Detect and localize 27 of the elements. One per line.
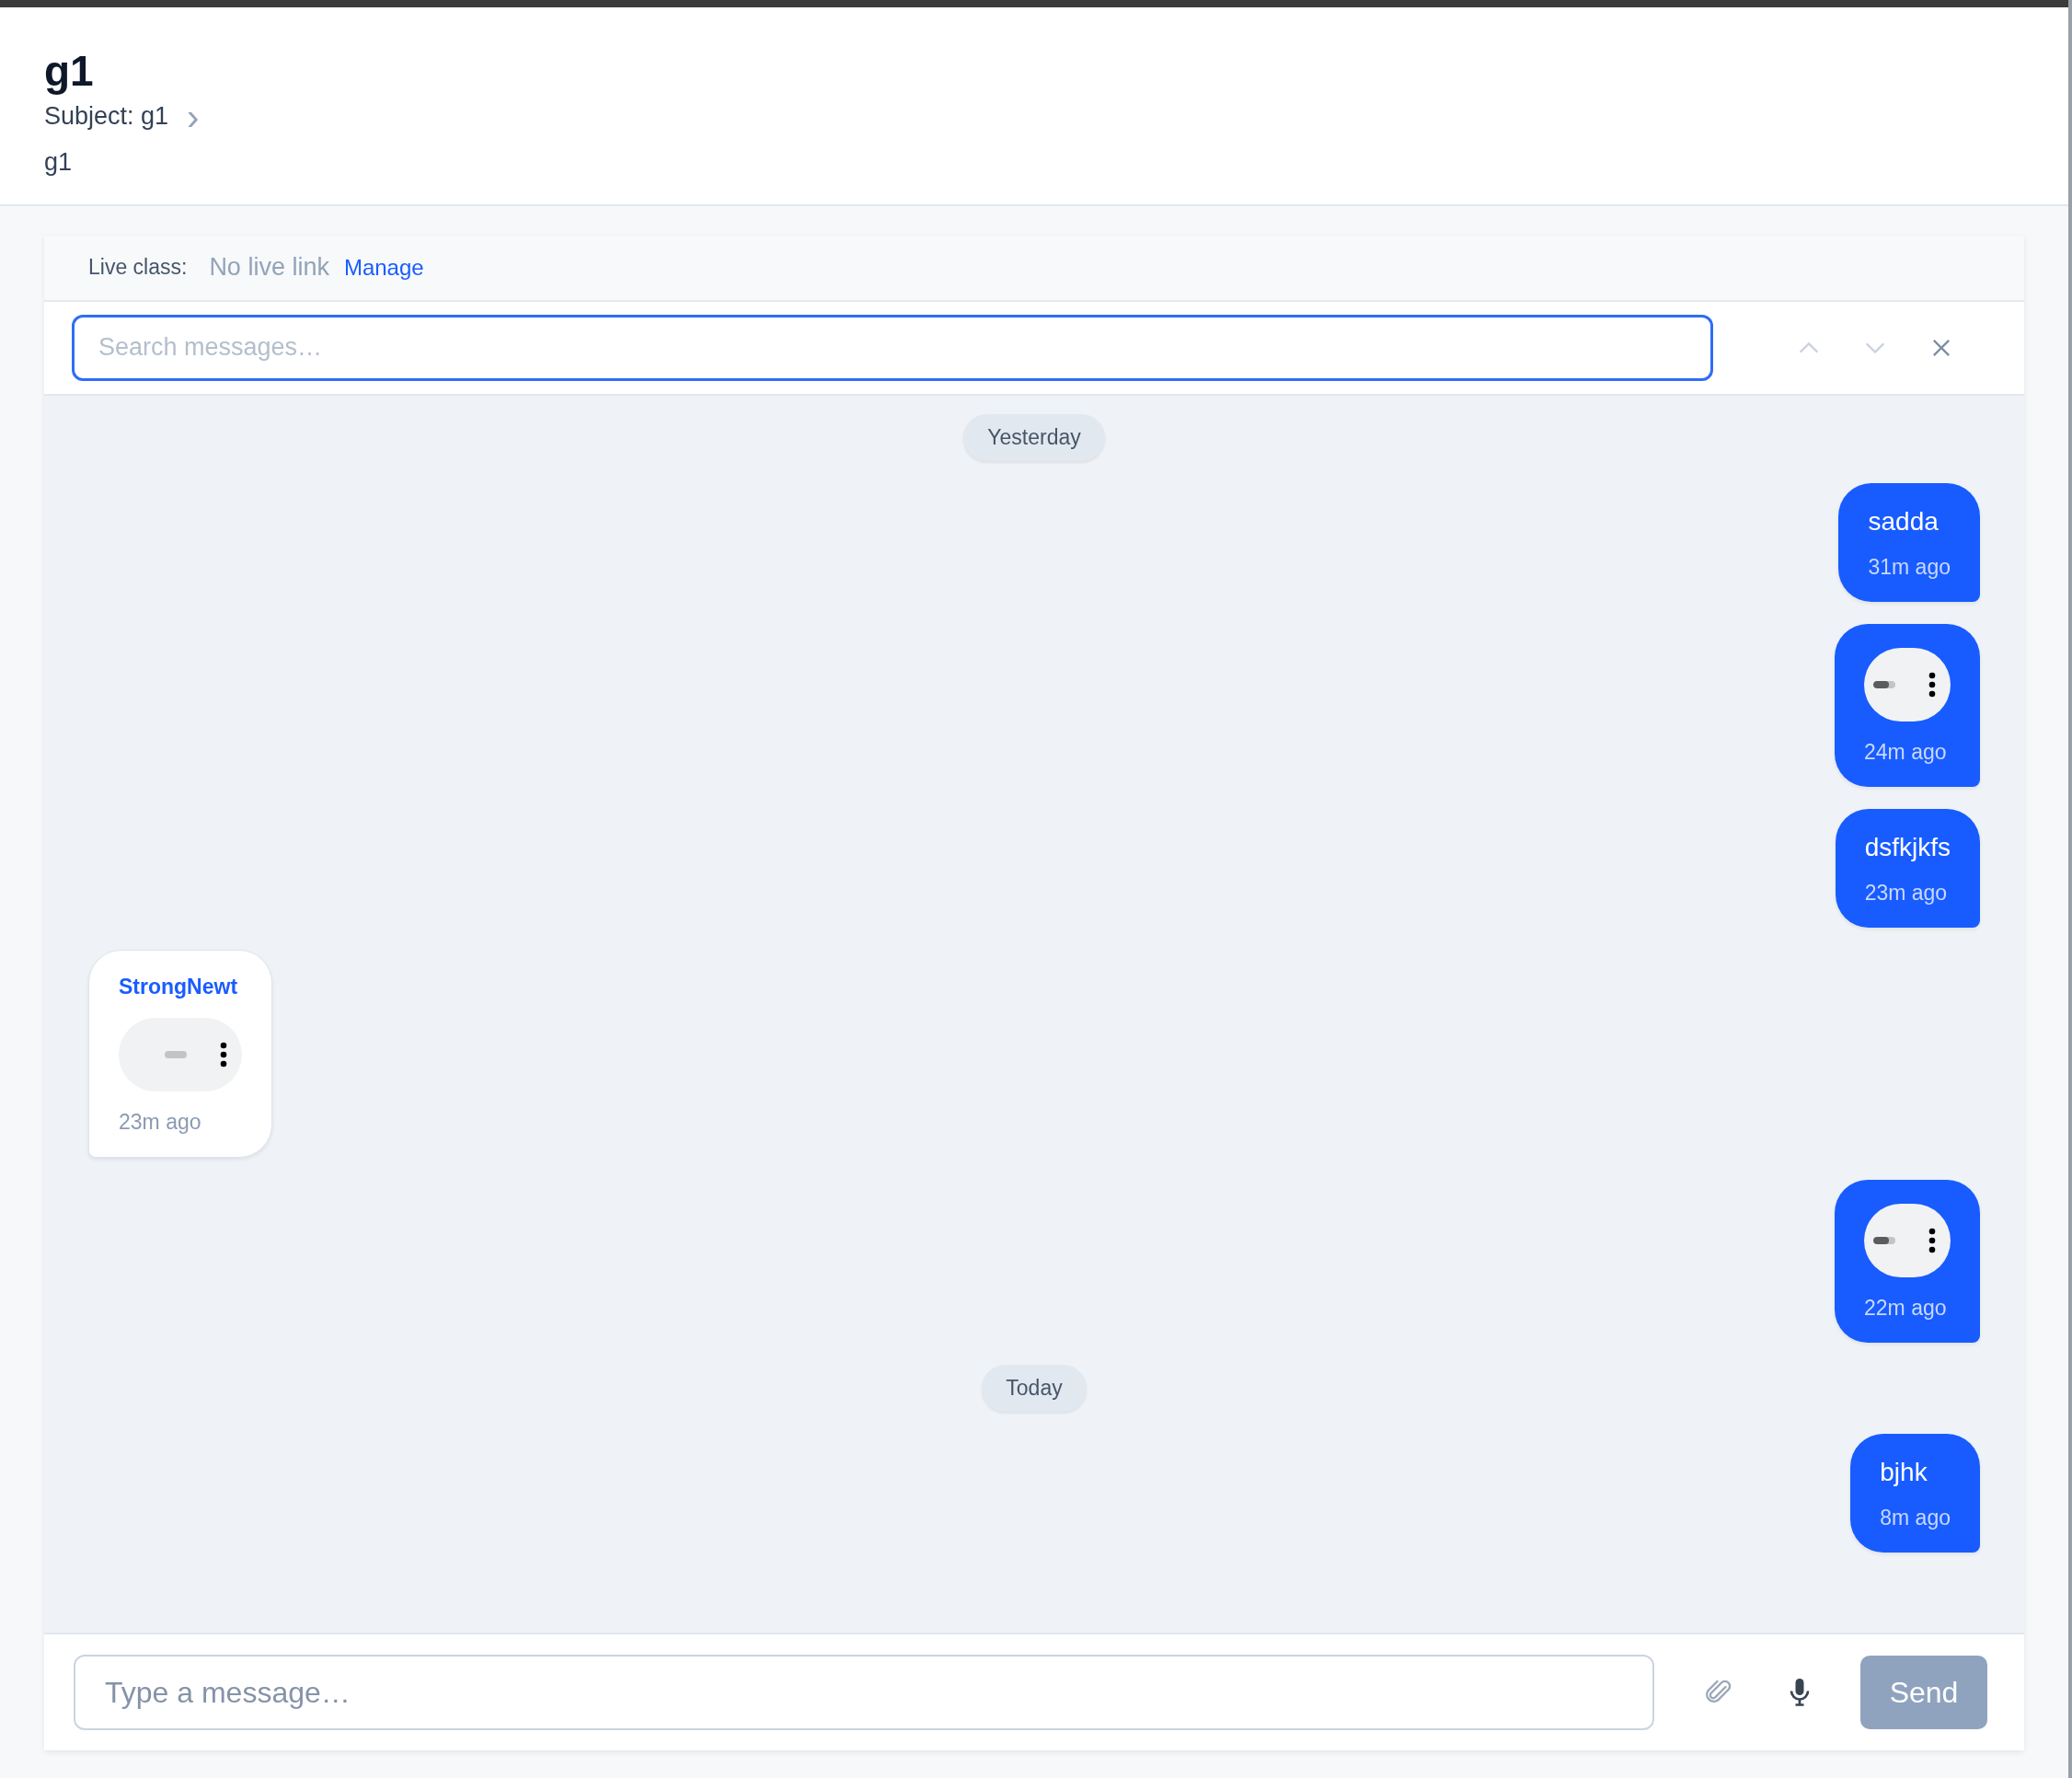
message-text: sadda [1868,506,1940,537]
subject-text: Subject: g1 [44,102,169,132]
description-text: g1 [44,147,74,177]
message-time: 8m ago [1880,1505,1951,1530]
message-time: 24m ago [1864,739,1948,765]
message-text: dsfkjkfs [1864,832,1951,862]
message-time: 23m ago [119,1109,202,1135]
message-time: 31m ago [1868,554,1951,580]
more-options-icon[interactable] [220,1041,227,1068]
date-pill: Today [982,1364,1087,1412]
more-options-icon[interactable] [1928,1227,1936,1253]
audio-progress-track[interactable] [165,1050,187,1058]
more-options-icon[interactable] [1928,671,1936,698]
live-class-label: Live class: [88,255,188,281]
audio-progress-track[interactable] [1873,680,1895,688]
message-time: 22m ago [1864,1295,1948,1321]
chevron-icon[interactable]: › [187,98,200,135]
live-link-status: No live link [209,253,329,283]
sender-name: StrongNewt [119,974,239,999]
message-time: 23m ago [1864,880,1949,906]
search-field[interactable]: Search messages… [72,314,1713,381]
chat-title: g1 [44,48,95,95]
message-text: bjhk [1880,1457,1928,1487]
date-pill: Yesterday [963,413,1105,461]
message-input[interactable]: Type a message… [74,1655,1654,1730]
audio-progress-track[interactable] [1873,1236,1895,1244]
manage-link[interactable]: Manage [343,254,424,281]
